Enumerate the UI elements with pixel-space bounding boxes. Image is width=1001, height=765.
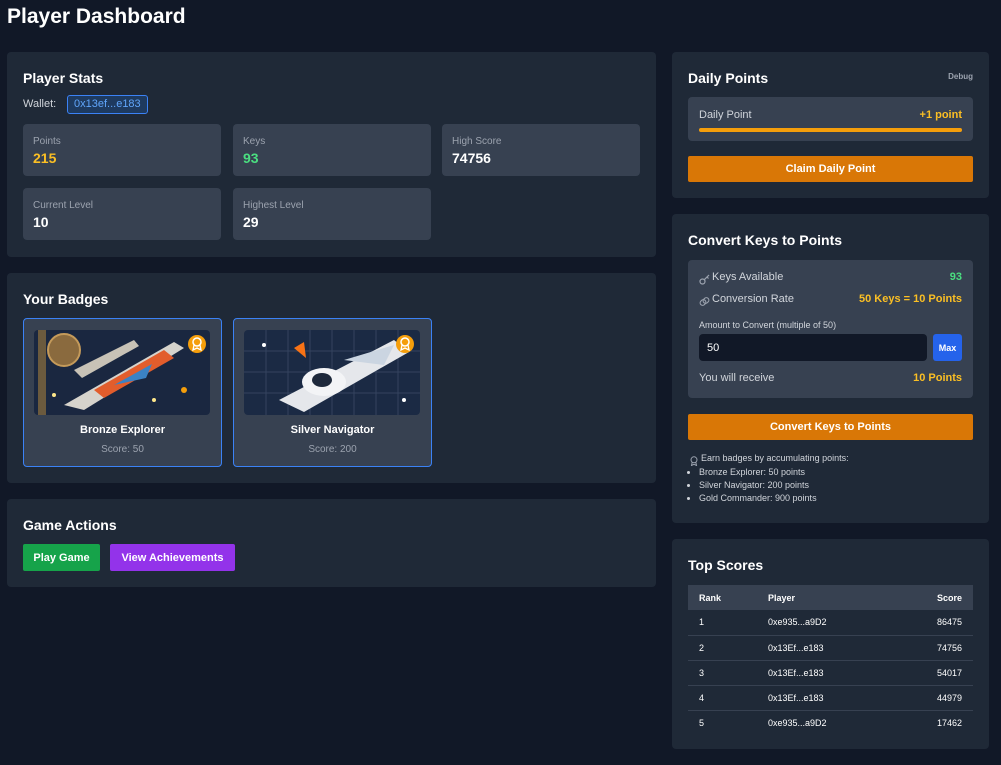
page-title: Player Dashboard xyxy=(7,5,186,28)
convert-keys-panel: Convert Keys to Points Keys Available 93… xyxy=(672,214,989,523)
stat-points: Points 215 xyxy=(23,124,221,176)
badge-info-text: Earn badges by accumulating points: xyxy=(701,453,849,463)
daily-progress-track xyxy=(699,128,962,132)
badge-image xyxy=(244,330,420,415)
table-row: 2 0x13Ef...e183 74756 xyxy=(688,635,973,661)
keys-available-label: Keys Available xyxy=(712,271,784,283)
player-stats-panel: Player Stats Wallet: 0x13ef...e183 Point… xyxy=(7,52,656,257)
rank-cell: 3 xyxy=(688,660,768,686)
conversion-rate-label: Conversion Rate xyxy=(712,293,794,305)
amount-label: Amount to Convert (multiple of 50) xyxy=(699,320,837,330)
exchange-icon xyxy=(699,294,710,312)
player-cell: 0x13Ef...e183 xyxy=(768,685,895,711)
table-row: 4 0x13Ef...e183 44979 xyxy=(688,685,973,711)
badge-name: Bronze Explorer xyxy=(80,424,165,436)
column-header-score: Score xyxy=(894,585,973,610)
key-icon xyxy=(699,272,710,290)
convert-keys-button[interactable]: Convert Keys to Points xyxy=(688,414,973,440)
badge-image xyxy=(34,330,210,415)
badge-score: Score: 50 xyxy=(101,444,144,455)
debug-link[interactable]: Debug xyxy=(948,72,973,81)
game-actions-title: Game Actions xyxy=(23,517,117,533)
convert-box: Keys Available 93 Conversion Rate 50 Key… xyxy=(688,260,973,398)
table-row: 5 0xe935...a9D2 17462 xyxy=(688,710,973,735)
wallet-address[interactable]: 0x13ef...e183 xyxy=(67,95,148,114)
badges-panel: Your Badges Bronze Explorer Score: 50 Si… xyxy=(7,273,656,483)
rank-cell: 1 xyxy=(688,610,768,636)
player-stats-title: Player Stats xyxy=(23,70,104,86)
daily-progress-fill xyxy=(699,128,962,132)
play-game-button[interactable]: Play Game xyxy=(23,544,100,571)
game-actions-panel: Game Actions Play Game View Achievements xyxy=(7,499,656,587)
daily-point-label: Daily Point xyxy=(699,109,752,121)
stat-value: 215 xyxy=(33,150,57,166)
column-header-rank: Rank xyxy=(688,585,768,610)
stat-label: Highest Level xyxy=(243,200,304,211)
scores-table: Rank Player Score 1 0xe935...a9D2 86475 … xyxy=(688,585,973,735)
convert-title: Convert Keys to Points xyxy=(688,232,843,248)
daily-points-panel: Daily Points Debug Daily Point +1 point … xyxy=(672,52,989,198)
stat-high-score: High Score 74756 xyxy=(442,124,640,176)
table-row: 3 0x13Ef...e183 54017 xyxy=(688,660,973,686)
wallet-label: Wallet: xyxy=(23,98,57,110)
stat-value: 74756 xyxy=(452,150,491,166)
badge-score: Score: 200 xyxy=(308,444,357,455)
player-cell: 0x13Ef...e183 xyxy=(768,635,895,661)
stat-highest-level: Highest Level 29 xyxy=(233,188,431,240)
score-cell: 54017 xyxy=(894,660,973,686)
table-header-row: Rank Player Score xyxy=(688,585,973,610)
list-item: Bronze Explorer: 50 points xyxy=(699,466,817,479)
column-header-player: Player xyxy=(768,585,895,610)
stat-value: 29 xyxy=(243,214,259,230)
stat-label: Points xyxy=(33,136,61,147)
player-cell: 0x13Ef...e183 xyxy=(768,660,895,686)
receive-label: You will receive xyxy=(699,372,775,384)
max-button[interactable]: Max xyxy=(933,334,962,361)
badge-card-bronze[interactable]: Bronze Explorer Score: 50 xyxy=(23,318,222,467)
score-cell: 74756 xyxy=(894,635,973,661)
score-cell: 86475 xyxy=(894,610,973,636)
conversion-rate-value: 50 Keys = 10 Points xyxy=(858,293,962,305)
badge-card-silver[interactable]: Silver Navigator Score: 200 xyxy=(233,318,432,467)
player-cell: 0xe935...a9D2 xyxy=(768,717,827,728)
badges-title: Your Badges xyxy=(23,291,109,307)
badge-name: Silver Navigator xyxy=(290,424,375,436)
stat-value: 10 xyxy=(33,214,49,230)
stat-label: High Score xyxy=(452,136,502,147)
stat-label: Keys xyxy=(243,136,266,147)
stat-current-level: Current Level 10 xyxy=(23,188,221,240)
receive-value: 10 Points xyxy=(913,372,962,384)
stat-keys: Keys 93 xyxy=(233,124,431,176)
amount-input[interactable] xyxy=(699,334,927,361)
player-cell: 0xe935...a9D2 xyxy=(768,610,895,636)
stat-label: Current Level xyxy=(33,200,94,211)
rank-cell: 4 xyxy=(688,685,768,711)
score-cell: 44979 xyxy=(894,685,973,711)
medal-icon xyxy=(396,335,414,358)
daily-point-row: Daily Point +1 point xyxy=(688,97,973,141)
keys-available-value: 93 xyxy=(949,271,962,283)
score-cell: 17462 xyxy=(936,717,962,728)
top-scores-panel: Top Scores Rank Player Score 1 0xe935...… xyxy=(672,539,989,749)
medal-icon xyxy=(188,335,206,358)
daily-point-value: +1 point xyxy=(919,109,962,121)
daily-points-title: Daily Points xyxy=(688,70,769,86)
list-item: Gold Commander: 900 points xyxy=(699,492,817,505)
claim-daily-point-button[interactable]: Claim Daily Point xyxy=(688,156,973,182)
table-row: 1 0xe935...a9D2 86475 xyxy=(688,610,973,636)
rank-cell: 2 xyxy=(688,635,768,661)
stat-value: 93 xyxy=(243,150,259,166)
top-scores-title: Top Scores xyxy=(688,557,764,573)
view-achievements-button[interactable]: View Achievements xyxy=(110,544,235,571)
rank-cell: 5 xyxy=(699,717,705,728)
list-item: Silver Navigator: 200 points xyxy=(699,479,817,492)
badge-info-list: Bronze Explorer: 50 points Silver Naviga… xyxy=(699,466,817,505)
